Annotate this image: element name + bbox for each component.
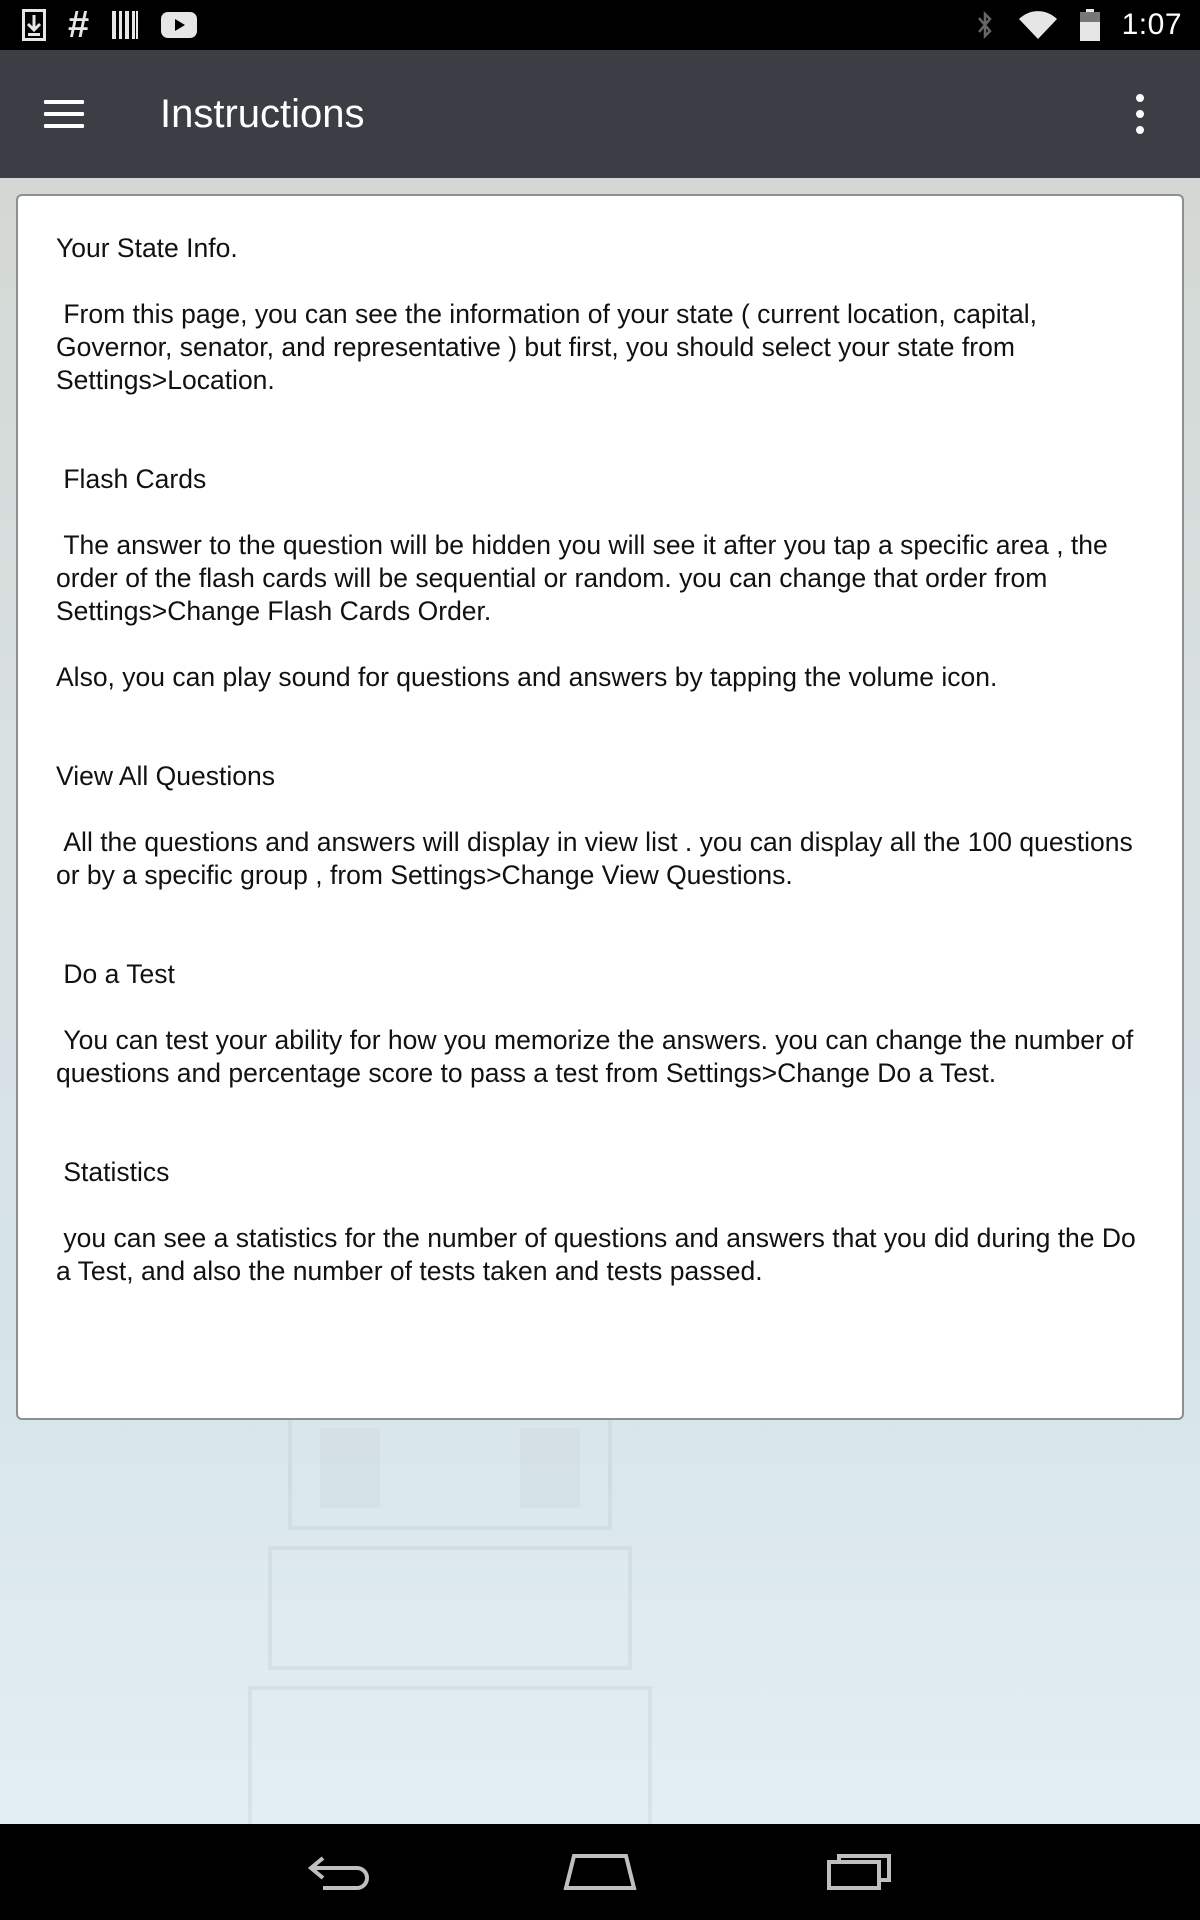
status-bar: # 1:07: [0, 0, 1200, 50]
youtube-icon: [161, 12, 198, 38]
section-body-do-a-test: You can test your ability for how you me…: [56, 1025, 1141, 1088]
wifi-icon: [1018, 10, 1058, 40]
section-body-statistics: you can see a statistics for the number …: [56, 1223, 1144, 1286]
section-body-flash-cards: The answer to the question will be hidde…: [56, 530, 1116, 626]
status-right-icons: 1:07: [974, 8, 1182, 42]
status-time: 1:07: [1121, 8, 1182, 41]
content-area[interactable]: Your State Info. From this page, you can…: [0, 178, 1200, 1824]
section-title-state-info: Your State Info.: [56, 233, 238, 263]
section-title-do-a-test: Do a Test: [56, 959, 175, 989]
home-button[interactable]: [545, 1832, 655, 1912]
more-vert-icon: [1136, 94, 1144, 102]
instructions-card: Your State Info. From this page, you can…: [16, 194, 1184, 1420]
statue-background-image: [248, 1408, 652, 1824]
more-options-button[interactable]: [1100, 50, 1180, 178]
back-icon: [307, 1856, 369, 1890]
bluetooth-icon: [974, 9, 996, 41]
section-title-flash-cards: Flash Cards: [56, 464, 207, 494]
app-bar: Instructions: [0, 50, 1200, 178]
recent-apps-button[interactable]: [805, 1832, 915, 1912]
system-nav-bar: [0, 1824, 1200, 1920]
battery-icon: [1079, 9, 1100, 41]
barcode-icon: [111, 10, 139, 40]
section-body-view-all-questions: All the questions and answers will displ…: [56, 827, 1141, 890]
hash-icon: #: [68, 4, 90, 46]
section-body-flash-cards-sound: Also, you can play sound for questions a…: [56, 662, 998, 692]
back-button[interactable]: [285, 1832, 395, 1912]
home-icon: [563, 1854, 637, 1890]
section-title-statistics: Statistics: [56, 1157, 170, 1187]
recent-apps-icon: [827, 1854, 891, 1890]
status-left-icons: #: [22, 4, 198, 46]
page-title: Instructions: [160, 91, 365, 136]
hamburger-menu-icon: [44, 100, 84, 128]
hamburger-menu-button[interactable]: [0, 50, 144, 178]
section-body-state-info: From this page, you can see the informat…: [56, 299, 1045, 395]
section-title-view-all-questions: View All Questions: [56, 761, 275, 791]
download-icon: [22, 9, 46, 41]
